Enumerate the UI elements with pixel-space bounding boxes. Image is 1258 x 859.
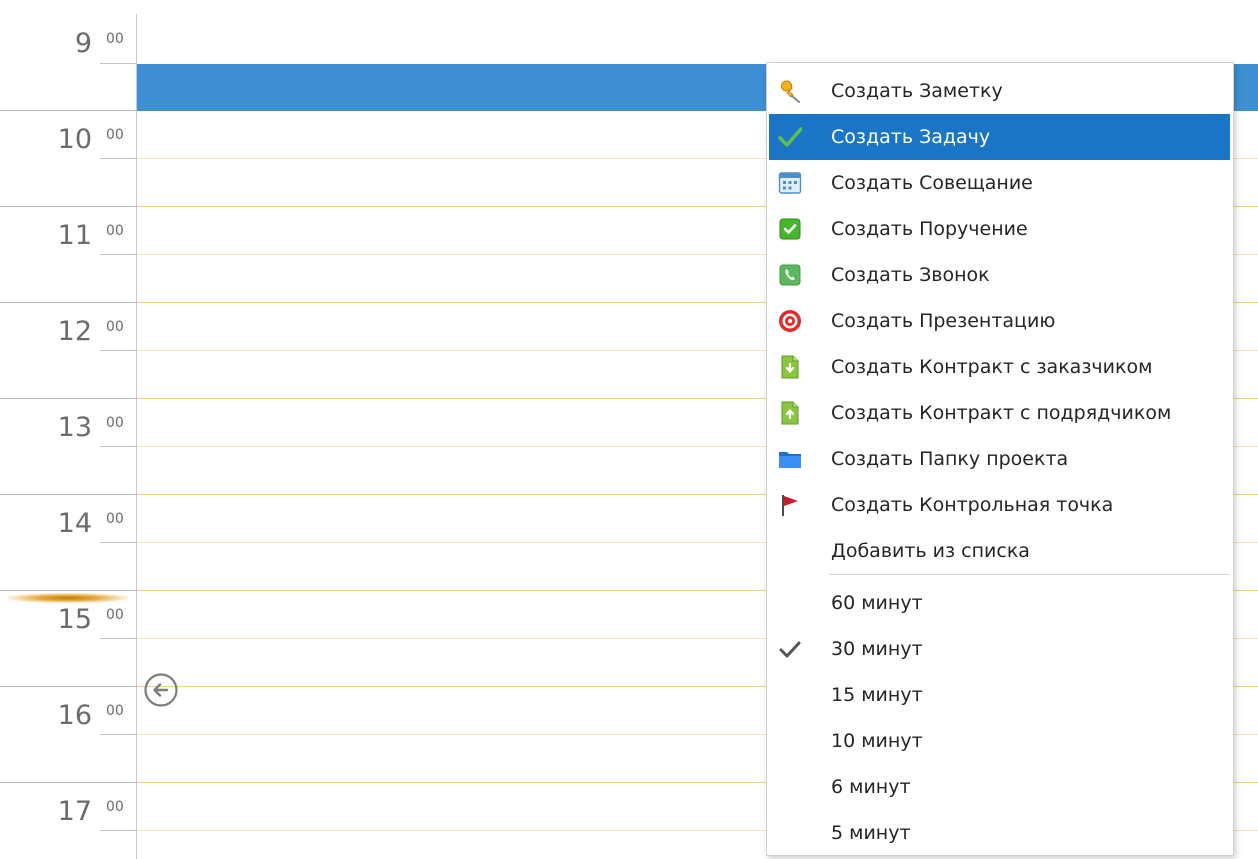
current-time-marker — [8, 593, 128, 603]
menu-item-create-meeting[interactable]: Создать Совещание — [769, 160, 1230, 206]
menu-item-label: Добавить из списка — [831, 540, 1030, 562]
menu-item-create-call[interactable]: Создать Звонок — [769, 252, 1230, 298]
menu-item-add-from-list[interactable]: Добавить из списка — [769, 528, 1230, 574]
menu-item-label: Создать Контракт с заказчиком — [831, 356, 1153, 378]
gutter-rule — [100, 734, 137, 735]
menu-item-interval-6[interactable]: 6 минут — [769, 764, 1230, 810]
menu-item-label: 30 минут — [831, 638, 923, 660]
gutter-rule — [0, 686, 137, 687]
menu-item-label: 10 минут — [831, 730, 923, 752]
gutter-rule — [100, 542, 137, 543]
menu-item-label: Создать Звонок — [831, 264, 990, 286]
menu-item-interval-60[interactable]: 60 минут — [769, 580, 1230, 626]
menu-item-label: Создать Контрольная точка — [831, 494, 1114, 516]
calendar-day-view: 9 00 10 00 11 00 12 00 13 00 14 00 15 00… — [0, 0, 1258, 859]
menu-item-label: 5 минут — [831, 822, 911, 844]
hour-label: 10 — [57, 124, 92, 155]
menu-item-create-checkpoint[interactable]: Создать Контрольная точка — [769, 482, 1230, 528]
menu-item-label: Создать Задачу — [831, 126, 991, 148]
gutter-rule — [100, 158, 137, 159]
gutter-rule — [0, 398, 137, 399]
minute-label: 00 — [106, 127, 124, 143]
menu-item-create-note[interactable]: Создать Заметку — [769, 68, 1230, 114]
menu-item-interval-15[interactable]: 15 минут — [769, 672, 1230, 718]
gutter-rule — [100, 446, 137, 447]
hour-label: 15 — [57, 604, 92, 635]
flag-icon — [778, 493, 802, 517]
hour-label: 17 — [57, 796, 92, 827]
gutter-rule — [0, 110, 137, 111]
menu-item-label: Создать Контракт с подрядчиком — [831, 402, 1172, 424]
gutter-rule — [0, 302, 137, 303]
menu-item-label: Создать Папку проекта — [831, 448, 1069, 470]
minute-label: 00 — [106, 607, 124, 623]
hour-label: 9 — [74, 28, 92, 59]
gutter-rule — [100, 350, 137, 351]
phone-icon — [778, 263, 802, 287]
menu-item-label: 60 минут — [831, 592, 923, 614]
gutter-rule — [0, 782, 137, 783]
hour-label: 11 — [57, 220, 92, 251]
menu-item-label: Создать Поручение — [831, 218, 1028, 240]
menu-item-label: Создать Совещание — [831, 172, 1033, 194]
menu-item-create-presentation[interactable]: Создать Презентацию — [769, 298, 1230, 344]
gutter-rule — [100, 254, 137, 255]
gutter-rule — [0, 206, 137, 207]
menu-item-interval-10[interactable]: 10 минут — [769, 718, 1230, 764]
minute-label: 00 — [106, 319, 124, 335]
gutter-rule — [0, 494, 137, 495]
pushpin-icon — [778, 79, 802, 103]
gutter-rule — [100, 63, 137, 64]
menu-item-create-contractor-contract[interactable]: Создать Контракт с подрядчиком — [769, 390, 1230, 436]
menu-separator — [829, 574, 1229, 575]
minute-label: 00 — [106, 31, 124, 47]
green-checkbox-icon — [778, 217, 802, 241]
document-up-icon — [778, 401, 802, 425]
menu-item-create-task[interactable]: Создать Задачу — [769, 114, 1230, 160]
menu-item-label: 15 минут — [831, 684, 923, 706]
folder-icon — [778, 447, 802, 471]
checkmark-icon — [778, 637, 802, 661]
menu-item-create-project-folder[interactable]: Создать Папку проекта — [769, 436, 1230, 482]
menu-item-interval-30[interactable]: 30 минут — [769, 626, 1230, 672]
minute-label: 00 — [106, 415, 124, 431]
gutter-rule — [0, 590, 137, 591]
gutter-rule — [100, 638, 137, 639]
hour-label: 16 — [57, 700, 92, 731]
minute-label: 00 — [106, 223, 124, 239]
minute-label: 00 — [106, 703, 124, 719]
hour-label: 13 — [57, 412, 92, 443]
context-menu: Создать Заметку Создать Задачу Создать С… — [766, 62, 1234, 856]
hour-label: 12 — [57, 316, 92, 347]
menu-item-create-customer-contract[interactable]: Создать Контракт с заказчиком — [769, 344, 1230, 390]
menu-item-label: 6 минут — [831, 776, 911, 798]
minute-label: 00 — [106, 799, 124, 815]
menu-item-create-assignment[interactable]: Создать Поручение — [769, 206, 1230, 252]
arrow-left-circle-icon[interactable] — [143, 672, 179, 708]
target-icon — [778, 309, 802, 333]
calendar-meeting-icon — [778, 171, 802, 195]
menu-item-label: Создать Презентацию — [831, 310, 1056, 332]
document-down-icon — [778, 355, 802, 379]
green-check-icon — [778, 125, 803, 149]
menu-item-interval-5[interactable]: 5 минут — [769, 810, 1230, 856]
time-gutter-divider — [136, 14, 137, 859]
minute-label: 00 — [106, 511, 124, 527]
hour-label: 14 — [57, 508, 92, 539]
gutter-rule — [100, 830, 137, 831]
menu-item-label: Создать Заметку — [831, 80, 1003, 102]
